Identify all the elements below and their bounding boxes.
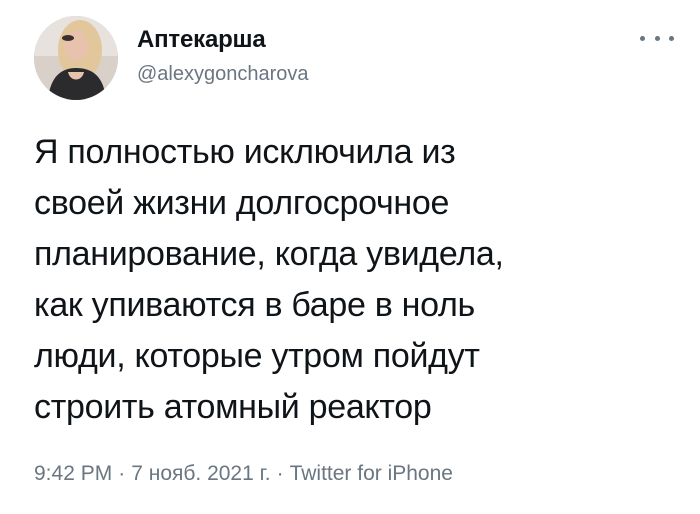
tweet-text-line: как упиваются в баре в ноль	[34, 286, 475, 324]
tweet-text-line: люди, которые утром пойдут	[34, 337, 480, 375]
meta-separator: ·	[276, 462, 284, 485]
tweet-text-line: строить атомный реактор	[34, 388, 432, 426]
avatar-photo	[34, 16, 118, 100]
meta-separator: ·	[118, 462, 126, 485]
more-horizontal-icon	[669, 35, 674, 41]
author-handle[interactable]: @alexygoncharova	[137, 63, 309, 86]
more-horizontal-icon	[654, 35, 660, 41]
tweet-metadata: 9:42 PM · 7 нояб. 2021 г. · Twitter for iPho…	[34, 462, 453, 486]
more-horizontal-icon	[640, 35, 645, 41]
more-options-button[interactable]	[640, 30, 674, 46]
tweet-source-link[interactable]: Twitter for iPhone	[290, 462, 453, 485]
avatar[interactable]	[34, 16, 118, 100]
tweet-time[interactable]: 9:42 PM	[34, 462, 112, 485]
tweet-date[interactable]: 7 нояб. 2021 г.	[131, 462, 270, 485]
tweet-text-line: своей жизни долгосрочное	[34, 184, 450, 222]
tweet-text: Я полностью исключила из своей жизни дол…	[34, 127, 674, 433]
tweet-text-line: планирование, когда увидела,	[34, 235, 504, 273]
tweet-card: Аптекарша @alexygoncharova Я полностью и…	[0, 0, 700, 514]
author-display-name[interactable]: Аптекарша	[137, 26, 266, 54]
tweet-text-line: Я полностью исключила из	[34, 133, 456, 171]
